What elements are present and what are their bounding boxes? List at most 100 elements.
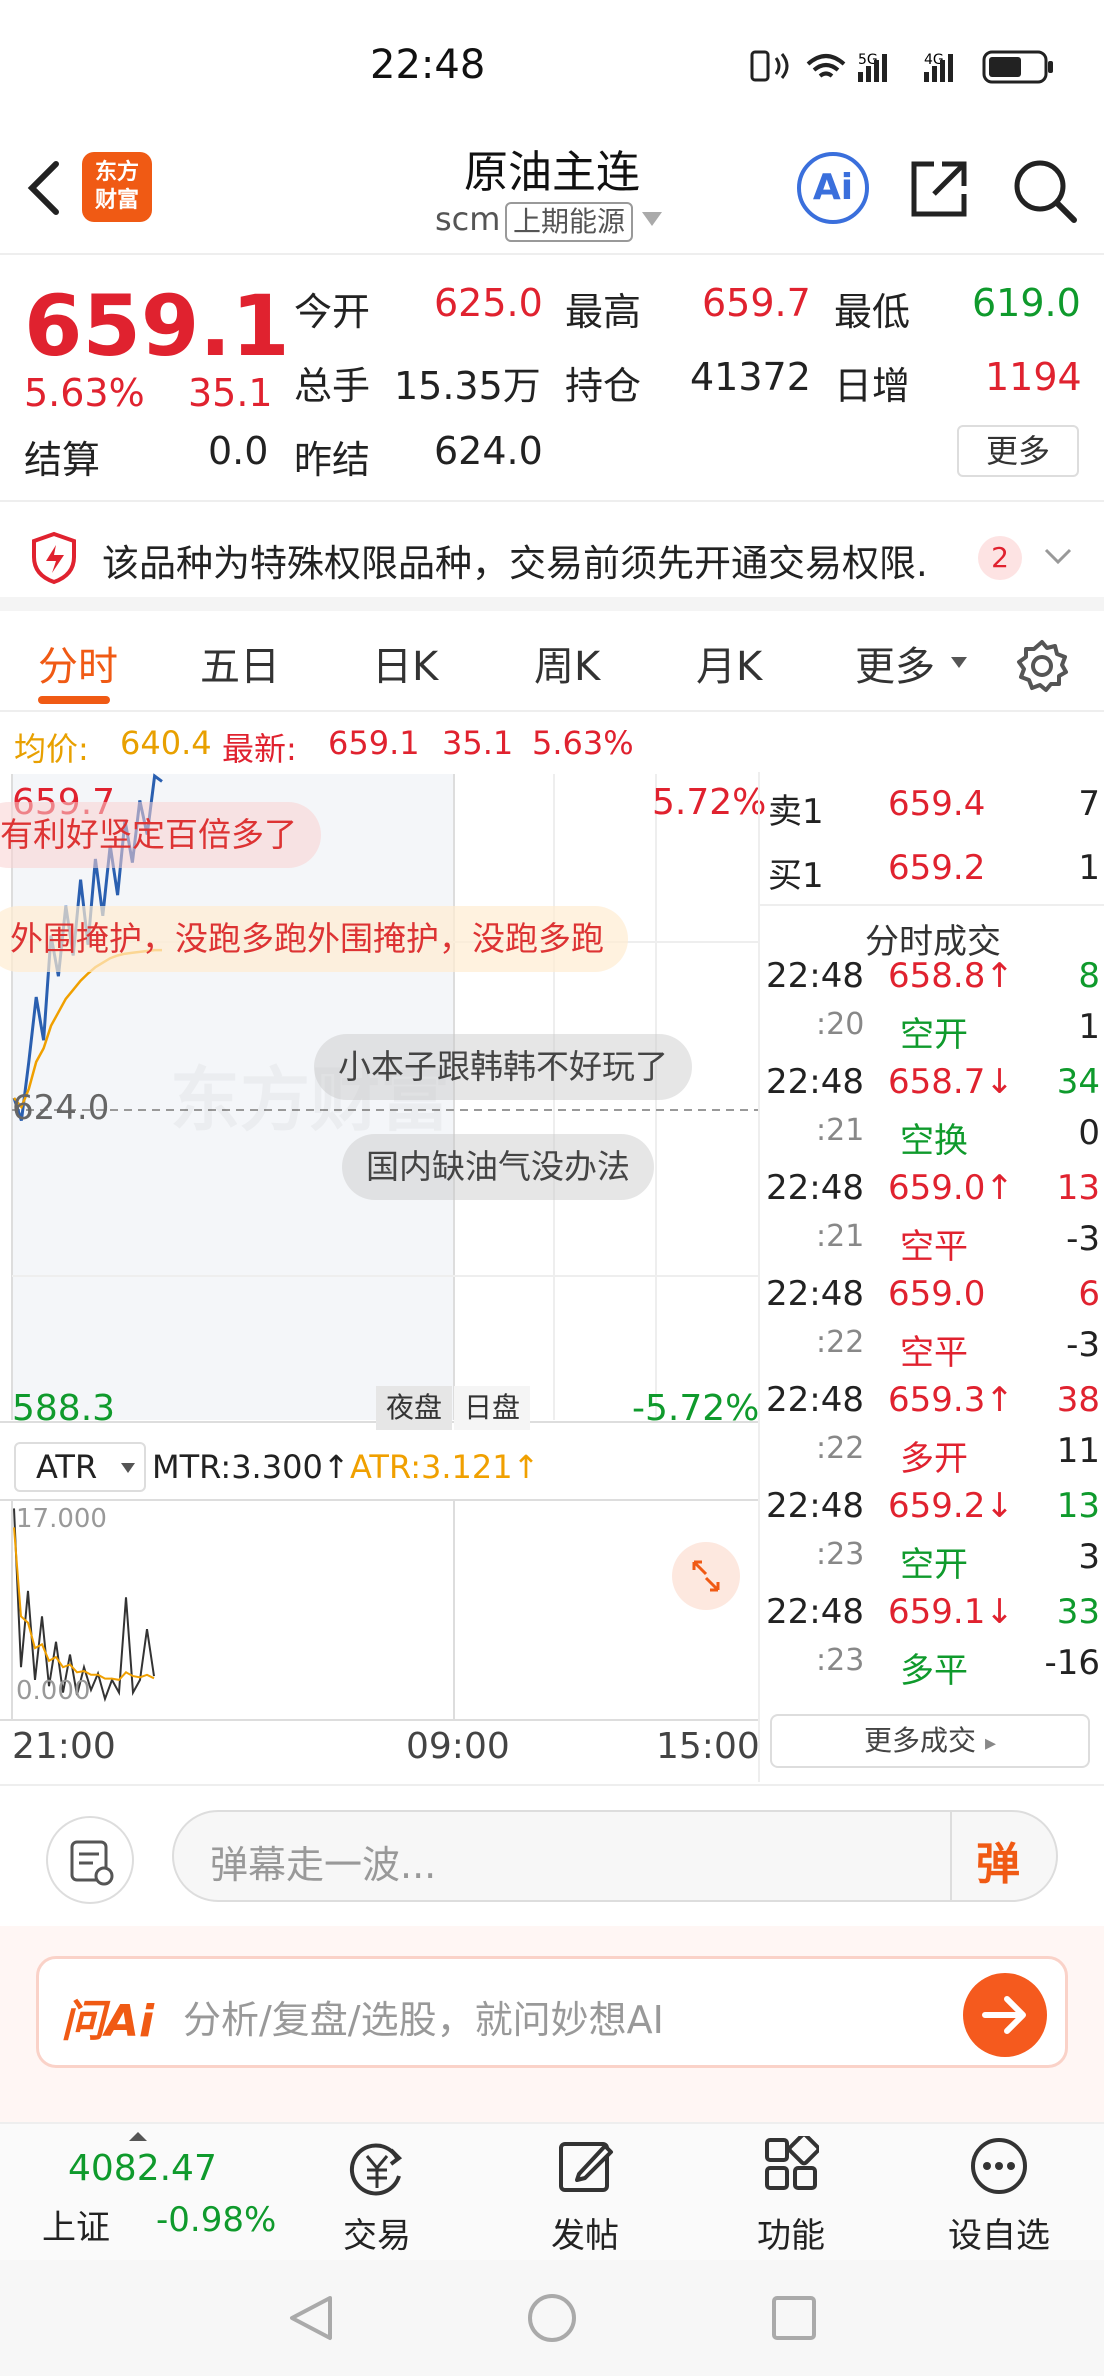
- barrage-bubble: 有利好坚定百倍多了: [0, 802, 321, 868]
- share-icon[interactable]: [906, 156, 972, 222]
- trade-row: 22:48 658.7↓ 34: [760, 1062, 1104, 1115]
- trade-time: :22: [816, 1431, 865, 1466]
- notice-count-badge: 2: [978, 536, 1022, 580]
- ai-logo: 问Ai: [61, 1996, 155, 2047]
- expand-chart-button[interactable]: [672, 1542, 740, 1610]
- ai-banner: 问Ai 分析/复盘/选股，就问妙想AI: [0, 1926, 1104, 2122]
- low-value: 619.0: [972, 281, 1081, 325]
- trade-price: 多开: [900, 1439, 968, 1479]
- trade-price: 空换: [900, 1121, 968, 1161]
- trade-volume: -16: [1044, 1643, 1100, 1683]
- tab-weekly-k[interactable]: 周K: [534, 634, 600, 692]
- system-home-icon[interactable]: [526, 2292, 578, 2344]
- nav-trade[interactable]: 交易: [302, 2124, 452, 2262]
- open-value: 625.0: [434, 281, 543, 325]
- open-interest-value: 41372: [690, 355, 811, 399]
- ai-submit-button[interactable]: [963, 1973, 1047, 2057]
- avg-value: 640.4: [120, 724, 212, 762]
- more-dots-icon: [971, 2138, 1027, 2194]
- chevron-down-icon[interactable]: [1044, 547, 1072, 567]
- index-name[interactable]: 上证: [42, 2200, 110, 2249]
- permission-notice[interactable]: 该品种为特殊权限品种，交易前须先开通交易权限. 2: [0, 503, 1104, 611]
- trade-volume: 3: [1078, 1537, 1100, 1577]
- trade-volume: 34: [1056, 1062, 1100, 1102]
- tab-five-day[interactable]: 五日: [200, 634, 280, 692]
- quote-more-button[interactable]: 更多: [957, 425, 1079, 477]
- buy1-label: 买1: [768, 856, 824, 896]
- trade-volume: 6: [1078, 1274, 1100, 1314]
- trade-price: 659.3↑: [888, 1380, 1014, 1420]
- barrage-settings-button[interactable]: [46, 1816, 134, 1904]
- daily-increase-value: 1194: [985, 355, 1082, 399]
- chart-period-tabs: 分时 五日 日K 周K 月K 更多: [0, 612, 1104, 712]
- sell1-price: 659.4: [888, 784, 986, 824]
- time-label-end: 15:00: [656, 1726, 760, 1767]
- barrage-bubble: 小本子跟韩韩不好玩了: [314, 1034, 692, 1100]
- more-trades-button[interactable]: 更多成交 ▸: [770, 1714, 1090, 1768]
- settle-value: 0.0: [208, 429, 269, 473]
- search-icon[interactable]: [1010, 156, 1080, 226]
- trade-time: 22:48: [766, 1486, 864, 1526]
- trade-row: :20 空开 1: [760, 1007, 1104, 1060]
- barrage-bubble: 国内缺油气没办法: [342, 1134, 654, 1200]
- nav-post-label: 发帖: [551, 2216, 619, 2256]
- trade-volume: 0: [1078, 1113, 1100, 1153]
- trade-time: 22:48: [766, 956, 864, 996]
- tab-intraday[interactable]: 分时: [38, 634, 118, 692]
- exchange-dropdown-icon[interactable]: [640, 210, 664, 230]
- tab-monthly-k[interactable]: 月K: [696, 634, 762, 692]
- trade-row: 22:48 659.3↑ 38: [760, 1380, 1104, 1433]
- exchange-tag[interactable]: 上期能源: [505, 202, 634, 242]
- ai-assistant-button[interactable]: Ai: [797, 152, 869, 224]
- trade-time: :21: [816, 1219, 865, 1254]
- buy1-volume: 1: [1078, 848, 1100, 888]
- trade-row: :23 空开 3: [760, 1537, 1104, 1590]
- indicator-top-value: 17.000: [16, 1504, 107, 1534]
- atr-line: [13, 1527, 155, 1681]
- nav-add-watchlist[interactable]: 设自选: [924, 2124, 1074, 2262]
- barrage-input[interactable]: 弹幕走一波... 弹: [172, 1810, 1058, 1902]
- active-tab-indicator: [38, 696, 110, 704]
- system-back-icon[interactable]: [286, 2292, 338, 2344]
- ai-placeholder: 分析/复盘/选股，就问妙想AI: [183, 1998, 664, 2042]
- contract-code: scm: [435, 200, 501, 238]
- trade-volume: 33: [1056, 1592, 1100, 1632]
- chart-bottom-price: 588.3: [12, 1388, 116, 1429]
- trade-price: 659.0↑: [888, 1168, 1014, 1208]
- trade-row: 22:48 659.0↑ 13: [760, 1168, 1104, 1221]
- buy1-price: 659.2: [888, 848, 986, 888]
- system-recents-icon[interactable]: [768, 2292, 820, 2344]
- low-label: 最低: [834, 290, 911, 334]
- trade-price: 空平: [900, 1333, 968, 1373]
- trade-time: 22:48: [766, 1062, 864, 1102]
- barrage-send-button[interactable]: 弹: [976, 1828, 1020, 1892]
- tab-more-dropdown-icon[interactable]: [950, 656, 968, 670]
- nav-functions[interactable]: 功能: [716, 2124, 866, 2262]
- time-label-start: 21:00: [12, 1726, 116, 1767]
- tab-more[interactable]: 更多: [855, 634, 935, 692]
- ai-query-box[interactable]: 问Ai 分析/复盘/选股，就问妙想AI: [36, 1956, 1068, 2068]
- index-change[interactable]: -0.98%: [156, 2200, 276, 2240]
- session-day-label[interactable]: 日盘: [454, 1386, 530, 1430]
- barrage-bubble: 外围掩护，没跑多跑外围掩护，没跑多跑: [0, 906, 628, 972]
- nav-post[interactable]: 发帖: [510, 2124, 660, 2262]
- trade-icon: [349, 2143, 403, 2196]
- trade-row: 22:48 659.2↓ 13: [760, 1486, 1104, 1539]
- session-night-label[interactable]: 夜盘: [376, 1386, 452, 1430]
- change-pct: 5.63%: [24, 371, 145, 415]
- trade-time: :22: [816, 1325, 865, 1360]
- time-label-mid: 09:00: [406, 1726, 510, 1767]
- intraday-chart[interactable]: 东方财富 659.7 5.72% 624.0 588.3 -5.72% 夜盘 日…: [0, 772, 766, 1782]
- nav-add-watchlist-label: 设自选: [948, 2216, 1050, 2256]
- indicator-select[interactable]: ATR: [14, 1442, 146, 1492]
- volume-label: 总手: [294, 364, 371, 408]
- settings-gear-icon[interactable]: [1014, 638, 1070, 694]
- trade-row: 22:48 658.8↑ 8: [760, 956, 1104, 1009]
- index-value[interactable]: 4082.47: [68, 2148, 217, 2189]
- trade-price: 空开: [900, 1015, 968, 1055]
- barrage-input-bar: 弹幕走一波... 弹: [0, 1784, 1104, 1926]
- tab-daily-k[interactable]: 日K: [372, 634, 438, 692]
- chart-mid-price: 624.0: [12, 1088, 110, 1128]
- trades-list[interactable]: 22:48 658.8↑ 8:20 空开 1 22:48 658.7↓ 34 :21 空换 0 22:…: [760, 956, 1104, 1691]
- sell1-row: 卖1 659.4 7: [760, 784, 1104, 837]
